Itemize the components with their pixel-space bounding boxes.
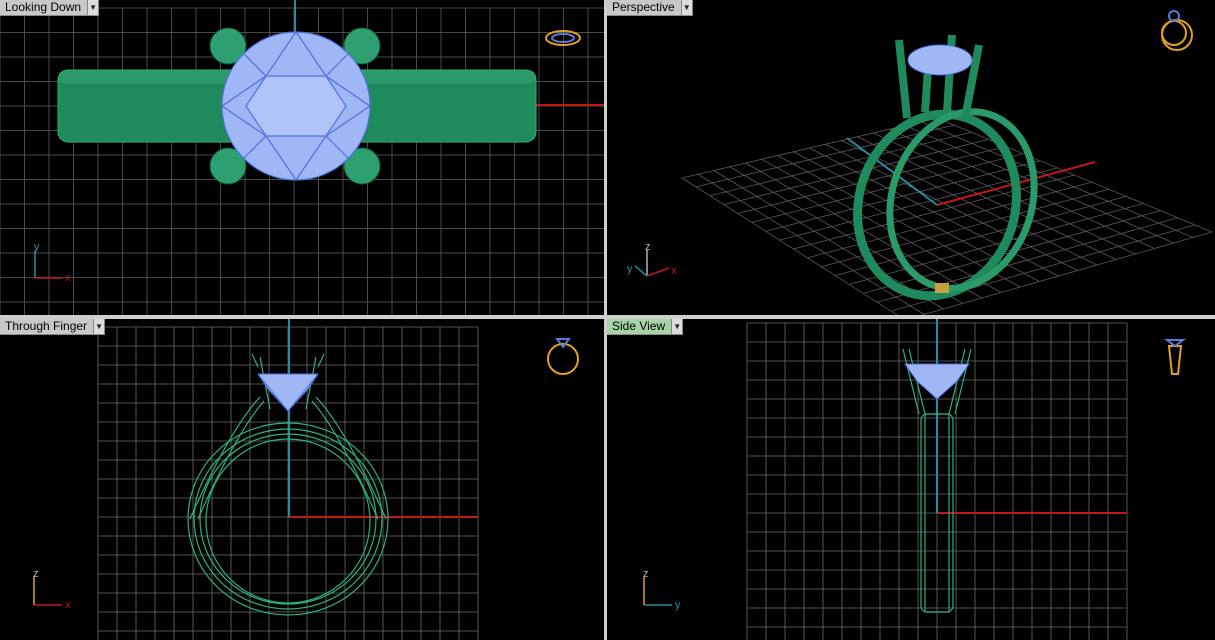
axis-label-v: z — [645, 241, 651, 253]
viewport-label: Through Finger — [5, 319, 88, 333]
ring-orientation-icon — [1164, 339, 1186, 375]
chevron-down-icon[interactable]: ▼ — [93, 319, 105, 334]
viewport-through-finger[interactable]: z x Through Finger ▼ — [0, 319, 604, 640]
viewport-side-view[interactable]: z y Side View ▼ — [607, 319, 1215, 640]
front-view-canvas[interactable]: z x — [0, 319, 604, 640]
axis-label-h: y — [675, 599, 681, 611]
gemstone-round — [221, 31, 371, 181]
viewport-label: Looking Down — [5, 0, 82, 14]
axis-label-v: z — [33, 568, 39, 580]
axis-gizmo: y x — [34, 241, 71, 284]
viewport-divider-horizontal[interactable] — [0, 315, 1215, 319]
chevron-down-icon[interactable]: ▼ — [87, 0, 99, 15]
axis-label-h: x — [65, 272, 71, 284]
axis-label-v: z — [643, 568, 649, 580]
viewport-perspective[interactable]: z x y Perspective ▼ — [607, 0, 1215, 315]
grid-line — [936, 117, 1213, 233]
tab-side-view[interactable]: Side View ▼ — [607, 319, 684, 335]
side-view-canvas[interactable]: z y — [607, 319, 1215, 640]
ring-orientation-icon — [1161, 10, 1193, 51]
grid-line — [904, 125, 1174, 244]
viewport-label: Side View — [612, 319, 666, 333]
axis-label-h: x — [671, 265, 677, 277]
axis-gizmo: z x — [33, 568, 71, 611]
top-view-canvas[interactable]: y x — [0, 0, 604, 315]
perspective-view-canvas[interactable]: z x y — [607, 0, 1215, 315]
axis-label-v: y — [34, 241, 40, 253]
tab-perspective[interactable]: Perspective ▼ — [607, 0, 693, 16]
viewport-divider-vertical[interactable] — [604, 0, 607, 640]
ring-orientation-icon — [547, 338, 579, 375]
ring-hallmark — [935, 283, 949, 293]
chevron-down-icon[interactable]: ▼ — [680, 0, 692, 15]
axis-gizmo: z y — [643, 568, 681, 611]
viewport-looking-down[interactable]: y x Looking Down ▼ — [0, 0, 604, 315]
grid-line — [920, 121, 1193, 238]
chevron-down-icon[interactable]: ▼ — [671, 319, 683, 334]
tab-looking-down[interactable]: Looking Down ▼ — [0, 0, 100, 16]
viewport-label: Perspective — [612, 0, 675, 14]
axis-label-h: x — [65, 599, 71, 611]
gemstone-round — [907, 44, 973, 76]
tab-through-finger[interactable]: Through Finger ▼ — [0, 319, 106, 335]
grid-line — [681, 177, 898, 315]
axis-label-d: y — [627, 263, 633, 275]
axis-gizmo: z x y — [627, 241, 677, 277]
